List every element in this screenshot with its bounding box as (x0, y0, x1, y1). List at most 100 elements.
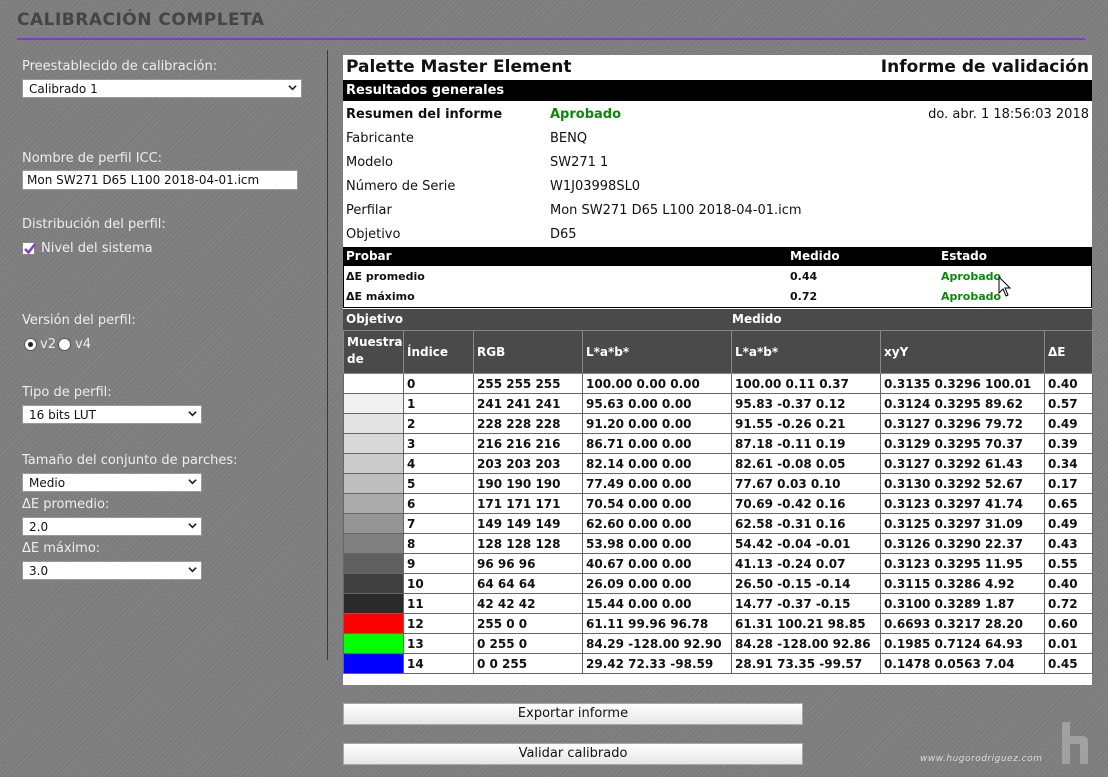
cell-rgb: 241 241 241 (473, 393, 583, 414)
target-label: Objetivo (346, 227, 401, 242)
cell-rgb: 42 42 42 (473, 593, 583, 614)
distribution-label: Distribución del perfil: (22, 217, 166, 232)
avg-de-value: 2.0 (29, 520, 49, 534)
cell-index: 11 (403, 593, 474, 614)
cell-delta-e: 0.40 (1044, 373, 1093, 394)
max-de-select[interactable]: 3.0 (22, 561, 202, 580)
cell-lab-measured: 70.69 -0.42 0.16 (731, 493, 881, 514)
system-level-checkbox[interactable] (22, 242, 36, 255)
chevron-down-icon (188, 523, 197, 529)
chevron-down-icon (188, 479, 197, 485)
cell-delta-e: 0.43 (1044, 533, 1093, 554)
cell-rgb: 64 64 64 (473, 573, 583, 594)
cell-xyy: 0.6693 0.3217 28.20 (880, 613, 1045, 634)
table-row: 9 96 96 96 40.67 0.00 0.00 41.13 -0.24 0.07… (343, 553, 1093, 574)
cell-lab-measured: 28.91 73.35 -99.57 (731, 653, 881, 674)
color-swatch (343, 533, 404, 554)
test-results-box: ΔE promedio 0.44 Aprobado ΔE máximo 0.72… (343, 266, 1092, 308)
cell-delta-e: 0.49 (1044, 413, 1093, 434)
test-avg-status: Aprobado (941, 270, 1002, 283)
table-row: 8 128 128 128 53.98 0.00 0.00 54.42 -0.04 -… (343, 533, 1093, 554)
serial-label: Número de Serie (346, 179, 456, 194)
general-results-bar: Resultados generales (343, 80, 1092, 101)
icc-name-value: Mon SW271 D65 L100 2018-04-01.icm (27, 173, 260, 187)
cell-delta-e: 0.60 (1044, 613, 1093, 634)
test-max-name: ΔE máximo (346, 290, 415, 303)
col-sample: Muestra de (343, 330, 404, 374)
version-v2-radio[interactable] (24, 338, 37, 351)
avg-de-select[interactable]: 2.0 (22, 517, 202, 536)
cell-lab-measured: 87.18 -0.11 0.19 (731, 433, 881, 454)
version-v4-radio[interactable] (58, 338, 71, 351)
cell-lab-measured: 41.13 -0.24 0.07 (731, 553, 881, 574)
cell-rgb: 216 216 216 (473, 433, 583, 454)
color-swatch (343, 433, 404, 454)
patch-size-value: Medio (29, 476, 66, 490)
page-header: CALIBRACIÓN COMPLETA (17, 10, 1085, 40)
cell-index: 10 (403, 573, 474, 594)
cell-xyy: 0.3129 0.3295 70.37 (880, 433, 1045, 454)
cell-index: 3 (403, 433, 474, 454)
cell-rgb: 171 171 171 (473, 493, 583, 514)
system-level-label: Nivel del sistema (41, 241, 153, 256)
profile-label: Perfilar (346, 203, 392, 218)
icc-label: Nombre de perfil ICC: (22, 151, 163, 166)
table-row: 12 255 0 0 61.11 99.96 96.78 61.31 100.21 9… (343, 613, 1093, 634)
cell-index: 6 (403, 493, 474, 514)
icc-name-input[interactable]: Mon SW271 D65 L100 2018-04-01.icm (22, 170, 298, 190)
cell-index: 8 (403, 533, 474, 554)
cell-xyy: 0.3124 0.3295 89.62 (880, 393, 1045, 414)
cell-lab-target: 29.42 72.33 -98.59 (582, 653, 732, 674)
cell-lab-measured: 100.00 0.11 0.37 (731, 373, 881, 394)
report-app-title: Palette Master Element (346, 57, 572, 77)
cell-lab-target: 40.67 0.00 0.00 (582, 553, 732, 574)
cell-lab-target: 95.63 0.00 0.00 (582, 393, 732, 414)
cell-lab-measured: 95.83 -0.37 0.12 (731, 393, 881, 414)
table-row: 13 0 255 0 84.29 -128.00 92.90 84.28 -128.0… (343, 633, 1093, 654)
patch-size-select[interactable]: Medio (22, 473, 202, 492)
cell-index: 12 (403, 613, 474, 634)
version-v4-label: v4 (75, 337, 91, 352)
cell-lab-target: 84.29 -128.00 92.90 (582, 633, 732, 654)
preset-select[interactable]: Calibrado 1 (22, 79, 302, 98)
table-row: 1 241 241 241 95.63 0.00 0.00 95.83 -0.37 0… (343, 393, 1093, 414)
table-row: 6 171 171 171 70.54 0.00 0.00 70.69 -0.42 0… (343, 493, 1093, 514)
profile-type-select[interactable]: 16 bits LUT (22, 405, 202, 424)
vertical-divider (327, 50, 328, 660)
validate-calibration-button[interactable]: Validar calibrado (343, 743, 803, 765)
cell-lab-target: 70.54 0.00 0.00 (582, 493, 732, 514)
report-timestamp: do. abr. 1 18:56:03 2018 (928, 107, 1089, 122)
general-results-label: Resultados generales (346, 83, 505, 98)
cell-index: 13 (403, 633, 474, 654)
export-report-button[interactable]: Exportar informe (343, 703, 803, 725)
table-row: 0 255 255 255 100.00 0.00 0.00 100.00 0.11 … (343, 373, 1093, 394)
cell-index: 2 (403, 413, 474, 434)
summary-status: Aprobado (550, 107, 622, 122)
measurement-table: Muestra de Índice RGB L*a*b* L*a*b* xyY … (343, 330, 1093, 674)
cell-xyy: 0.3115 0.3286 4.92 (880, 573, 1045, 594)
cell-delta-e: 0.45 (1044, 653, 1093, 674)
chevron-down-icon (188, 411, 197, 417)
report-title: Informe de validación (880, 57, 1089, 77)
cell-delta-e: 0.40 (1044, 573, 1093, 594)
cell-lab-measured: 84.28 -128.00 92.86 (731, 633, 881, 654)
col-rgb: RGB (473, 330, 583, 374)
checkmark-icon (24, 243, 36, 255)
chevron-down-icon (288, 85, 297, 91)
color-swatch (343, 573, 404, 594)
color-swatch (343, 453, 404, 474)
color-swatch (343, 413, 404, 434)
test-status-header: Estado (941, 249, 988, 263)
color-swatch (343, 473, 404, 494)
cell-xyy: 0.3100 0.3289 1.87 (880, 593, 1045, 614)
cell-index: 4 (403, 453, 474, 474)
cell-lab-target: 77.49 0.00 0.00 (582, 473, 732, 494)
col-index: Índice (403, 330, 474, 374)
cell-xyy: 0.1478 0.0563 7.04 (880, 653, 1045, 674)
cell-rgb: 255 255 255 (473, 373, 583, 394)
table-row: 2 228 228 228 91.20 0.00 0.00 91.55 -0.26 0… (343, 413, 1093, 434)
cell-xyy: 0.3130 0.3292 52.67 (880, 473, 1045, 494)
cell-delta-e: 0.55 (1044, 553, 1093, 574)
cell-delta-e: 0.17 (1044, 473, 1093, 494)
preset-value: Calibrado 1 (29, 82, 98, 96)
